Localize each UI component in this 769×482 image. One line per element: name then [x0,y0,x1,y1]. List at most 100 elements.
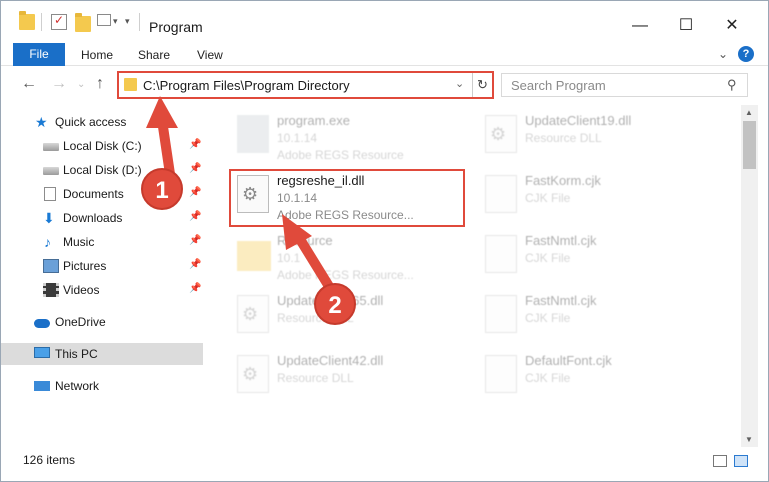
minimize-button[interactable]: — [617,11,663,41]
sidebar-item-label: Videos [63,283,100,297]
file-type: CJK File [525,311,571,325]
blank-file-icon [485,235,517,273]
refresh-icon[interactable]: ↻ [472,73,492,97]
sidebar-item-local-disk-c[interactable]: Local Disk (C:) 📌 [1,135,203,157]
file-name: FastNmtl.cjk [525,293,597,308]
file-item[interactable]: DefaultFont.cjk CJK File [477,349,717,405]
tab-share[interactable]: Share [138,48,170,62]
file-item[interactable]: program.exe 10.1.14 Adobe REGS Resource [229,109,469,165]
sidebar-item-onedrive[interactable]: OneDrive [1,311,203,333]
network-icon [34,381,50,391]
tab-view[interactable]: View [197,48,223,62]
sidebar-item-quick-access[interactable]: ★ Quick access [1,111,203,133]
sidebar-item-pictures[interactable]: Pictures 📌 [1,255,203,277]
file-name: Resource [277,233,333,248]
tab-file[interactable]: File [13,43,65,66]
properties-icon[interactable] [51,13,67,30]
file-highlight-box [229,169,465,227]
search-input[interactable]: Search Program ⚲ [501,73,748,97]
address-bar[interactable]: C:\Program Files\Program Directory ⌄ ↻ [117,71,494,99]
documents-icon [44,187,56,201]
forward-arrow-icon[interactable]: → [51,75,67,93]
window-title: Program [149,19,203,35]
vertical-scrollbar[interactable]: ▲ ▼ [741,105,758,447]
scroll-up-icon[interactable]: ▲ [745,108,753,117]
sidebar-item-videos[interactable]: Videos 📌 [1,279,203,301]
sidebar-item-label: Quick access [55,115,127,129]
pin-icon[interactable]: 📌 [189,283,201,294]
folder-icon [19,11,35,30]
file-type: CJK File [525,191,571,205]
pin-icon[interactable]: 📌 [189,139,201,150]
download-icon: ⬇ [43,210,55,226]
scrollbar-thumb[interactable] [743,121,756,169]
file-name: DefaultFont.cjk [525,353,612,368]
pin-icon[interactable]: 📌 [189,235,201,246]
address-field[interactable]: C:\Program Files\Program Directory ⌄ [119,73,473,97]
pin-icon[interactable]: 📌 [189,163,201,174]
details-view-icon[interactable] [713,455,727,467]
folder-icon [124,78,137,91]
file-version: 10.1 [277,251,301,265]
pictures-icon [43,259,59,273]
file-item[interactable]: Resource 10.1 Adobe REGS Resource... [229,229,469,285]
customize-toolbar-icon[interactable]: ▾ [125,16,130,27]
view-menu-icon[interactable] [97,14,111,26]
file-type: Resource DLL [277,371,354,385]
expand-ribbon-icon[interactable]: ⌄ [718,47,728,61]
address-path[interactable]: C:\Program Files\Program Directory [143,78,350,93]
file-type: Resource DLL [525,131,602,145]
app-icon [237,115,269,153]
search-icon[interactable]: ⚲ [727,77,737,93]
search-placeholder: Search Program [511,78,606,93]
close-button[interactable]: ✕ [709,11,755,41]
navigation-pane: ★ Quick access Local Disk (C:) 📌 Local D… [1,105,206,445]
file-description: Adobe REGS Resource... [277,268,414,282]
music-icon: ♪ [44,234,51,250]
file-item[interactable]: FastKorm.cjk CJK File [477,169,717,225]
file-description: Adobe REGS Resource [277,148,404,162]
file-item[interactable]: UpdateClient19.dll Resource DLL [477,109,717,165]
status-bar: 126 items [1,449,768,473]
file-name: FastKorm.cjk [525,173,601,188]
explorer-window: ▾ ▾ Program — ☐ ✕ File Home Share View ⌄… [0,0,769,482]
maximize-button[interactable]: ☐ [663,11,709,41]
sidebar-item-label: Local Disk (C:) [63,139,142,153]
sidebar-item-this-pc[interactable]: This PC [1,343,203,365]
separator [41,13,42,31]
file-name: FastNmtl.cjk [525,233,597,248]
file-item[interactable]: FastNmtl.cjk CJK File [477,229,717,285]
blank-file-icon [485,295,517,333]
sidebar-item-network[interactable]: Network [1,375,203,397]
callout-badge-1: 1 [141,168,183,210]
star-icon: ★ [35,114,48,130]
file-item[interactable]: UpdateClient42.dll Resource DLL [229,349,469,405]
sidebar-item-music[interactable]: ♪ Music 📌 [1,231,203,253]
videos-icon [43,283,59,297]
back-arrow-icon[interactable]: ← [21,75,37,93]
help-icon[interactable]: ? [738,46,754,62]
tab-home[interactable]: Home [81,48,113,62]
chevron-down-icon[interactable]: ⌄ [455,77,464,90]
large-icons-view-icon[interactable] [734,455,748,467]
disk-icon [43,167,59,175]
recent-chevron-icon[interactable]: ⌄ [77,79,85,90]
pc-icon [34,347,50,358]
pin-icon[interactable]: 📌 [189,211,201,222]
up-arrow-icon[interactable]: ↑ [96,75,104,93]
file-name: UpdateClient42.dll [277,353,384,368]
chevron-down-icon[interactable]: ▾ [113,16,118,27]
title-bar: ▾ ▾ Program — ☐ ✕ [1,1,768,41]
new-folder-icon[interactable] [75,13,91,32]
sidebar-item-label: OneDrive [55,315,106,329]
sidebar-item-label: Downloads [63,211,123,225]
pin-icon[interactable]: 📌 [189,187,201,198]
gear-file-icon [237,295,269,333]
scroll-down-icon[interactable]: ▼ [745,435,753,444]
file-type: CJK File [525,371,571,385]
sidebar-item-downloads[interactable]: ⬇ Downloads 📌 [1,207,203,229]
cloud-icon [34,319,50,328]
pin-icon[interactable]: 📌 [189,259,201,270]
file-version: 10.1.14 [277,131,318,145]
file-item[interactable]: FastNmtl.cjk CJK File [477,289,717,345]
